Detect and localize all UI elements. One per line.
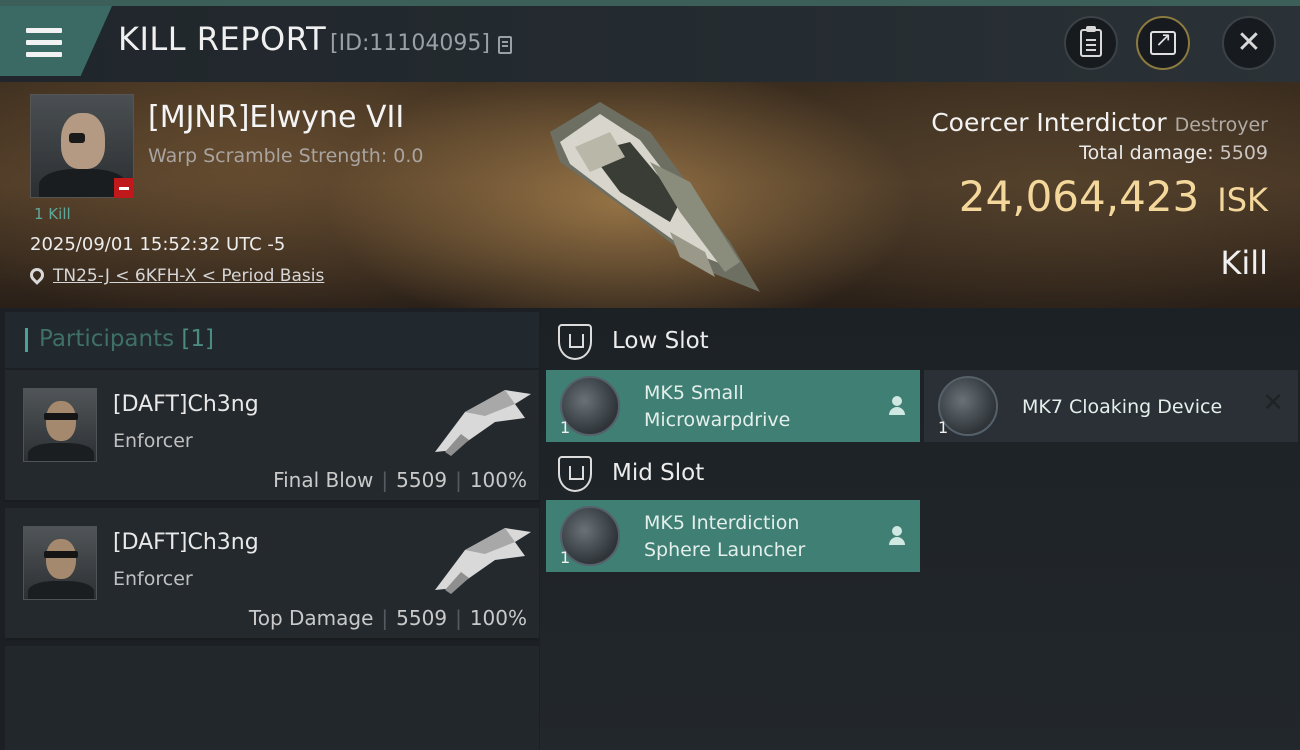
total-damage: Total damage: 5509 (1079, 142, 1268, 164)
participant-percent: 100% (469, 606, 527, 630)
share-icon (1150, 27, 1176, 55)
module-name: MK5 Interdiction Sphere Launcher (644, 510, 805, 564)
location-link[interactable]: TN25-J < 6KFH-X < Period Basis (53, 266, 324, 286)
fitted-user-icon (888, 396, 906, 416)
mid-slot-icon (558, 456, 592, 492)
participants-empty-area (5, 646, 539, 750)
hamburger-menu-icon[interactable] (26, 28, 62, 58)
participant-avatar[interactable] (23, 388, 97, 462)
ship-class: Destroyer (1174, 114, 1268, 136)
module-cloaking-device[interactable]: 1 MK7 Cloaking Device ✕ (924, 370, 1298, 442)
module-quantity: 1 (560, 418, 571, 437)
page-title: KILL REPORT (118, 20, 327, 58)
standing-minus-icon (114, 178, 134, 198)
report-id: [ID:11104095] (330, 31, 490, 56)
destroyed-x-icon: ✕ (1262, 388, 1284, 418)
menu-button[interactable] (0, 6, 112, 76)
module-name: MK5 Small Microwarpdrive (644, 380, 790, 434)
isk-value: 24,064,423 (958, 172, 1200, 221)
participant-stats: Top Damage | 5509 | 100% (248, 606, 527, 630)
participant-ship: Enforcer (113, 430, 193, 452)
clipboard-button[interactable] (1064, 16, 1118, 70)
close-icon: ✕ (1236, 25, 1262, 60)
module-name-line2: Sphere Launcher (644, 539, 806, 561)
fitted-user-icon (888, 526, 906, 546)
participant-damage: 5509 (396, 606, 448, 630)
isk-value-row: 24,064,423 ISK (959, 172, 1268, 221)
participant-role: Final Blow (273, 468, 374, 492)
participants-title: Participants [1] (39, 326, 214, 352)
participants-count: [1] (181, 326, 215, 352)
kill-timestamp: 2025/09/01 15:52:32 UTC -5 (30, 234, 286, 255)
ship-name-text: Coercer Interdictor (931, 108, 1167, 137)
participant-damage: 5509 (396, 468, 448, 492)
participant-stats: Final Blow | 5509 | 100% (273, 468, 527, 492)
participant-row[interactable]: [DAFT]Ch3ng Enforcer Final Blow | 5509 | 100… (5, 370, 539, 502)
module-name-line1: MK5 Small (644, 382, 744, 404)
participant-percent: 100% (469, 468, 527, 492)
location-pin-icon (27, 265, 47, 285)
participant-avatar[interactable] (23, 526, 97, 600)
module-name-line1: MK5 Interdiction (644, 512, 800, 534)
kill-result: Kill (1220, 244, 1268, 282)
close-button[interactable]: ✕ (1222, 16, 1276, 70)
module-name-line2: Microwarpdrive (644, 409, 791, 431)
participant-role: Top Damage (248, 606, 374, 630)
module-quantity: 1 (938, 418, 949, 437)
header-accent-bar (25, 328, 28, 352)
participant-name: [DAFT]Ch3ng (113, 392, 259, 417)
top-accent-line (0, 0, 1300, 6)
low-slot-icon (558, 324, 592, 360)
module-microwarpdrive[interactable]: 1 MK5 Small Microwarpdrive (546, 370, 920, 442)
participant-row[interactable]: [DAFT]Ch3ng Enforcer Top Damage | 5509 | 100… (5, 508, 539, 640)
participants-panel: Participants [1] [DAFT]Ch3ng Enforcer Fi… (5, 312, 539, 750)
isk-unit: ISK (1217, 181, 1268, 219)
warp-scramble-strength: Warp Scramble Strength: 0.0 (148, 145, 424, 167)
low-slot-title: Low Slot (612, 328, 709, 354)
total-damage-value: 5509 (1219, 142, 1268, 164)
module-name: MK7 Cloaking Device (1022, 396, 1223, 418)
top-bar: KILL REPORT [ID:11104095] ✕ (0, 0, 1300, 82)
victim-ship-name: Coercer Interdictor Destroyer (931, 108, 1268, 137)
participant-ship-image (435, 528, 531, 594)
kill-count: 1 Kill (34, 205, 71, 223)
participants-header: Participants [1] (5, 312, 539, 368)
fitting-panel: Low Slot 1 MK5 Small Microwarpdrive 1 MK… (540, 308, 1300, 750)
victim-name[interactable]: [MJNR]Elwyne VII (148, 100, 404, 135)
module-interdiction-sphere-launcher[interactable]: 1 MK5 Interdiction Sphere Launcher (546, 500, 920, 572)
clipboard-icon (1080, 26, 1102, 57)
total-damage-label: Total damage: (1079, 142, 1214, 164)
module-quantity: 1 (560, 548, 571, 567)
participant-ship-image (435, 390, 531, 456)
victim-banner: [MJNR]Elwyne VII Warp Scramble Strength:… (0, 82, 1300, 308)
mid-slot-title: Mid Slot (612, 460, 705, 486)
participant-ship: Enforcer (113, 568, 193, 590)
participant-name: [DAFT]Ch3ng (113, 530, 259, 555)
participants-label: Participants (39, 326, 175, 352)
share-button[interactable] (1136, 16, 1190, 70)
victim-ship-image (550, 102, 760, 292)
copy-icon[interactable] (498, 36, 512, 54)
